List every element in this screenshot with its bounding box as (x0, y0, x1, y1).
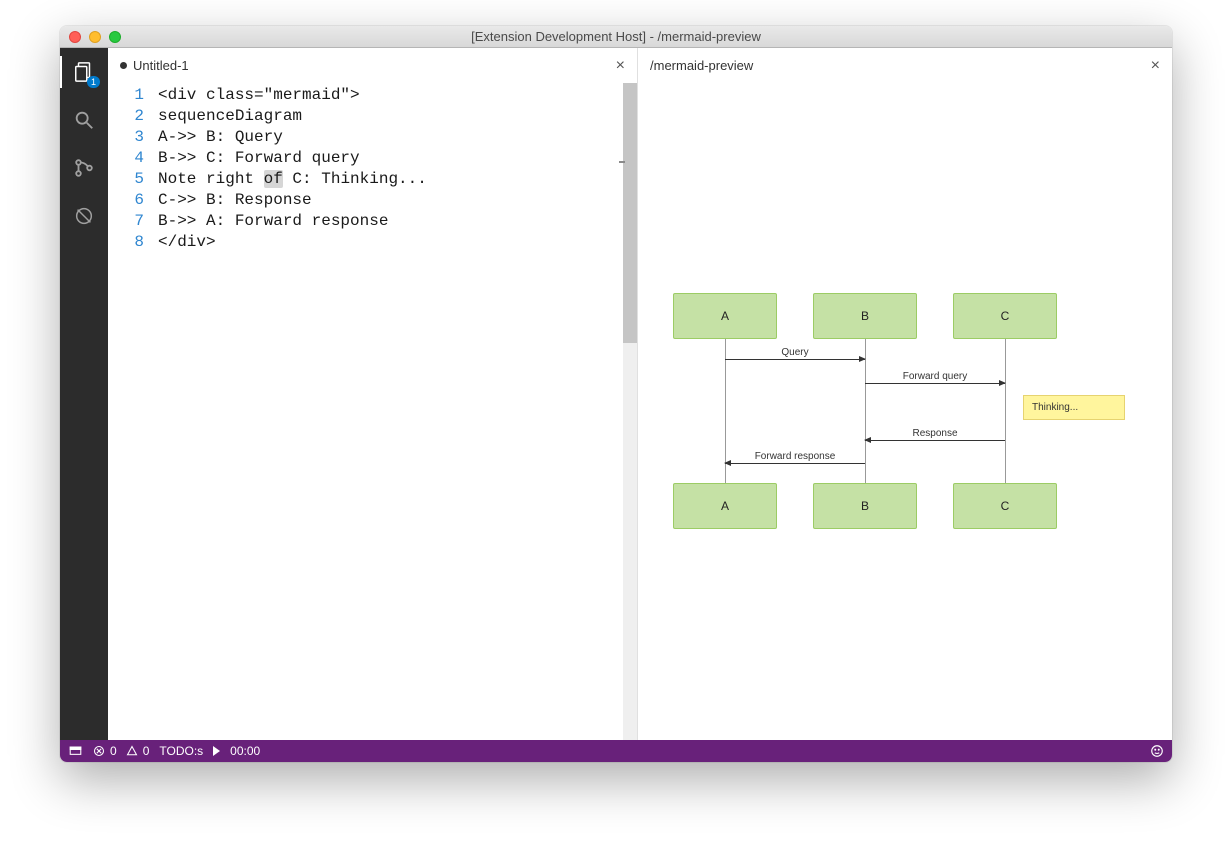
workbench: 1 Un (60, 48, 1172, 740)
actor-box: C (953, 293, 1057, 339)
timer[interactable]: 00:00 (230, 744, 260, 758)
message-label: Response (865, 428, 1005, 439)
explorer-icon[interactable]: 1 (70, 58, 98, 86)
feedback-button[interactable] (1150, 744, 1164, 758)
preview-tab[interactable]: /mermaid-preview × (638, 48, 1172, 83)
problems-indicator[interactable]: 0 0 (92, 744, 149, 758)
message-label: Forward response (725, 451, 865, 462)
line-number: 1 (108, 85, 144, 106)
note-box: Thinking... (1023, 395, 1125, 420)
error-count: 0 (110, 744, 117, 758)
activity-bar: 1 (60, 48, 108, 740)
message-label: Query (725, 347, 865, 358)
code-content[interactable]: <div class="mermaid"> sequenceDiagram A-… (158, 83, 623, 740)
message-label: Forward query (865, 371, 1005, 382)
editor-tab[interactable]: Untitled-1 × (108, 48, 637, 83)
todo-indicator[interactable]: TODO:s (159, 744, 203, 758)
smiley-icon (1150, 744, 1164, 758)
play-button[interactable] (213, 746, 220, 756)
line-number: 7 (108, 211, 144, 232)
source-control-icon[interactable] (70, 154, 98, 182)
line-number: 5 (108, 169, 144, 190)
window-icon (68, 744, 82, 758)
line-number: 2 (108, 106, 144, 127)
preview-pane: /mermaid-preview × A B C (638, 48, 1172, 740)
status-bar: 0 0 TODO:s 00:00 (60, 740, 1172, 762)
dirty-indicator-icon (120, 62, 127, 69)
minimize-window-button[interactable] (89, 31, 101, 43)
debug-icon[interactable] (70, 202, 98, 230)
timer-value: 00:00 (230, 744, 260, 758)
message-arrow: Forward query (865, 383, 1005, 384)
editor-area: Untitled-1 × 1 2 3 4 5 6 7 8 <div class=… (108, 48, 1172, 740)
close-tab-button[interactable]: × (616, 58, 625, 74)
actor-box: B (813, 293, 917, 339)
message-arrow: Response (865, 440, 1005, 441)
close-window-button[interactable] (69, 31, 81, 43)
todo-label: TODO:s (159, 744, 203, 758)
message-arrow: Forward response (725, 463, 865, 464)
close-tab-button[interactable]: × (1151, 58, 1160, 74)
actor-box: A (673, 293, 777, 339)
text-editor[interactable]: 1 2 3 4 5 6 7 8 <div class="mermaid"> se… (108, 83, 637, 740)
selection: of (264, 170, 283, 188)
line-number: 6 (108, 190, 144, 211)
note-text: Thinking... (1032, 402, 1078, 413)
sequence-diagram: A B C Query Forward query (663, 293, 1153, 543)
actor-box: B (813, 483, 917, 529)
app-window: [Extension Development Host] - /mermaid-… (60, 26, 1172, 762)
actor-box: C (953, 483, 1057, 529)
traffic-lights (60, 31, 121, 43)
search-icon[interactable] (70, 106, 98, 134)
gutter: 1 2 3 4 5 6 7 8 (108, 83, 158, 740)
warning-count: 0 (143, 744, 150, 758)
editor-pane: Untitled-1 × 1 2 3 4 5 6 7 8 <div class=… (108, 48, 638, 740)
overview-ruler-mark (619, 161, 625, 163)
window-title: [Extension Development Host] - /mermaid-… (60, 29, 1172, 44)
editor-scrollbar[interactable] (623, 83, 637, 740)
zoom-window-button[interactable] (109, 31, 121, 43)
line-number: 4 (108, 148, 144, 169)
actor-box: A (673, 483, 777, 529)
error-icon (92, 744, 106, 758)
scrollbar-thumb[interactable] (623, 83, 637, 343)
titlebar[interactable]: [Extension Development Host] - /mermaid-… (60, 26, 1172, 48)
line-number: 8 (108, 232, 144, 253)
play-icon (213, 746, 220, 756)
editor-tab-label: Untitled-1 (133, 58, 189, 73)
warning-icon (125, 744, 139, 758)
message-arrow: Query (725, 359, 865, 360)
mermaid-preview: A B C Query Forward query (638, 83, 1172, 740)
preview-tab-label: /mermaid-preview (650, 58, 753, 73)
remote-indicator[interactable] (68, 744, 82, 758)
line-number: 3 (108, 127, 144, 148)
explorer-badge: 1 (87, 76, 100, 88)
